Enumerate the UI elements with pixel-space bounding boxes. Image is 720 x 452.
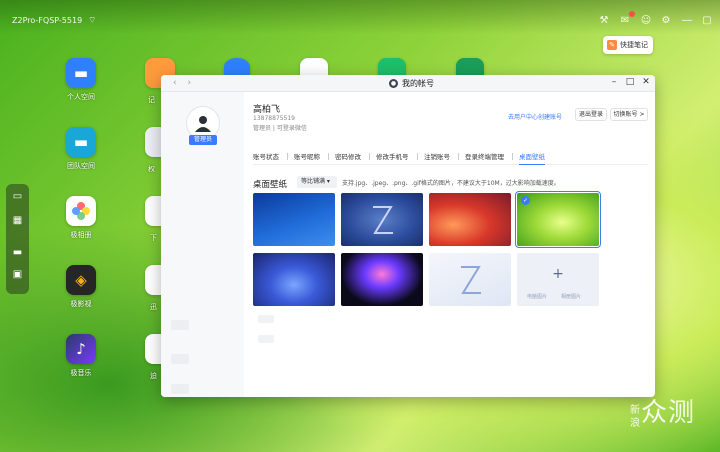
app-music[interactable]: ♪ 极音乐 — [59, 334, 103, 378]
app-label: 团队空间 — [67, 162, 95, 170]
team-folder-icon: ▬ — [66, 127, 96, 157]
tab-password[interactable]: 密码修改 — [335, 151, 361, 165]
gear-icon[interactable]: ⚙ — [659, 14, 673, 28]
photos-icon — [66, 196, 96, 226]
account-window: ‹ › ● 我的帐号 – □ ✕ 管理员 高柏飞 13878875519 管理员… — [161, 75, 655, 397]
app-photos[interactable]: 极相册 — [59, 196, 103, 240]
tab-divider — [328, 153, 329, 160]
section-title: 桌面壁纸 — [253, 180, 288, 190]
wallpaper-thumb[interactable] — [341, 193, 423, 246]
tab-divider — [369, 153, 370, 160]
quick-note-button[interactable]: ✎ 快捷笔记 — [603, 36, 653, 54]
watermark-char: 浪 — [630, 418, 641, 429]
window-titlebar[interactable]: ‹ › ● 我的帐号 – □ ✕ — [161, 75, 655, 92]
user-phone: 13878875519 — [253, 115, 295, 122]
checkmark-icon: ✓ — [521, 196, 530, 205]
sina-watermark: 新浪众测 — [630, 400, 695, 430]
tab-account-status[interactable]: 账号状态 — [253, 151, 279, 165]
watermark-char: 新 — [630, 405, 641, 416]
account-icon: ● — [389, 79, 398, 88]
nav-arrows[interactable]: ‹ › — [173, 78, 195, 88]
window-sidebar: 管理员 — [161, 92, 244, 397]
edu-app-icon[interactable] — [456, 58, 484, 76]
wallpaper-thumb[interactable] — [341, 253, 423, 306]
note-icon: ✎ — [607, 40, 617, 50]
tab-phone[interactable]: 修改手机号 — [376, 151, 409, 165]
user-icon[interactable]: ☺ — [639, 14, 653, 28]
tab-nickname[interactable]: 账号昵称 — [294, 151, 320, 165]
switch-account-button[interactable]: 切换账号 > — [610, 108, 648, 121]
watermark-text: 众测 — [641, 398, 696, 428]
music-icon: ♪ — [66, 334, 96, 364]
user-role: 管理员 | 可登录微信 — [253, 125, 307, 132]
avatar-app-icon[interactable] — [300, 58, 328, 76]
tab-divider — [458, 153, 459, 160]
tab-wallpaper[interactable]: 桌面壁纸 — [519, 151, 545, 165]
logout-button[interactable]: 退出登录 — [575, 108, 607, 121]
dock-store-icon[interactable]: ▣ — [11, 268, 24, 281]
wallpaper-thumb[interactable] — [429, 253, 511, 306]
app-label: 极相册 — [70, 231, 92, 239]
dock-apps-icon[interactable]: ▦ — [11, 214, 24, 227]
local-image-label[interactable]: 电脑图片 — [527, 293, 547, 300]
upload-hint: 支持.jpg、.jpeg、.png、.gif格式的图片，不建议大于10M，过大影… — [342, 180, 560, 187]
minimize-icon[interactable]: ― — [680, 14, 694, 28]
sidebar-placeholder — [171, 320, 189, 330]
folder-icon: ▬ — [66, 58, 96, 88]
tab-bar: 账号状态 账号昵称 密码修改 修改手机号 注销账号 登录终端管理 桌面壁纸 — [253, 151, 648, 165]
partial-app-label: 记 — [148, 96, 155, 104]
wallpaper-thumb[interactable] — [429, 193, 511, 246]
tab-divider — [417, 153, 418, 160]
video-icon: ◈ — [66, 265, 96, 295]
dock-disk-icon[interactable]: ▭ — [11, 190, 24, 203]
partial-app-label: 迫 — [150, 372, 157, 380]
wallpaper-thumb-selected[interactable]: ✓ — [515, 191, 601, 248]
side-dock: ▭ ▦ ▬ ▣ — [6, 184, 29, 294]
tab-divider — [287, 153, 288, 160]
role-badge: 管理员 — [189, 135, 217, 145]
mail-icon[interactable]: ✉ — [618, 11, 635, 28]
app-video[interactable]: ◈ 极影视 — [59, 265, 103, 309]
window-icon[interactable]: ▢ — [700, 14, 714, 28]
minimize-button[interactable]: – — [608, 77, 620, 87]
notification-dot — [629, 11, 635, 17]
wallpaper-thumb[interactable] — [253, 193, 335, 246]
app-label: 极音乐 — [70, 369, 92, 377]
tab-divider — [512, 153, 513, 160]
device-name: Z2Pro-FQSP-5519 — [12, 16, 83, 25]
tab-deregister[interactable]: 注销账号 — [424, 151, 450, 165]
quick-note-label: 快捷笔记 — [620, 41, 648, 49]
album-image-label[interactable]: 相册图片 — [561, 293, 581, 300]
user-name: 高柏飞 — [253, 105, 281, 115]
partial-app-label: 下 — [150, 234, 157, 242]
partial-app-label: 权 — [148, 165, 155, 173]
app-label: 极影视 — [70, 300, 92, 308]
app-team-space[interactable]: ▬ 团队空间 — [59, 127, 103, 171]
partial-app-label: 迅 — [150, 303, 157, 311]
placeholder-row — [258, 315, 274, 323]
top-bar: Z2Pro-FQSP-5519 ⌔ ⚒ ✉ ☺ ⚙ ― ▢ — [0, 0, 720, 34]
app-label: 个人空间 — [67, 93, 95, 101]
placeholder-row — [258, 335, 274, 343]
window-title: 我的帐号 — [402, 79, 434, 88]
tools-icon[interactable]: ⚒ — [597, 14, 611, 28]
wallpaper-thumb[interactable] — [253, 253, 335, 306]
safari-icon[interactable] — [224, 58, 250, 76]
sidebar-placeholder — [171, 384, 189, 394]
person-icon — [195, 116, 211, 132]
plus-icon: + — [552, 266, 564, 282]
close-button[interactable]: ✕ — [640, 77, 652, 87]
wifi-icon: ⌔ — [88, 16, 97, 26]
window-main: 高柏飞 13878875519 管理员 | 可登录微信 去用户中心创建账号 退出… — [244, 92, 655, 397]
sheet-app-icon[interactable] — [378, 58, 406, 76]
app-personal-space[interactable]: ▬ 个人空间 — [59, 58, 103, 102]
user-center-link[interactable]: 去用户中心创建账号 — [508, 112, 562, 121]
fit-mode-dropdown[interactable]: 等比铺满 ▾ — [297, 176, 337, 188]
add-wallpaper-tile[interactable]: + 电脑图片 相册图片 — [517, 253, 599, 306]
sidebar-placeholder — [171, 354, 189, 364]
tab-devices[interactable]: 登录终端管理 — [465, 151, 504, 165]
maximize-button[interactable]: □ — [624, 77, 636, 87]
dock-folder-icon[interactable]: ▬ — [11, 246, 24, 259]
